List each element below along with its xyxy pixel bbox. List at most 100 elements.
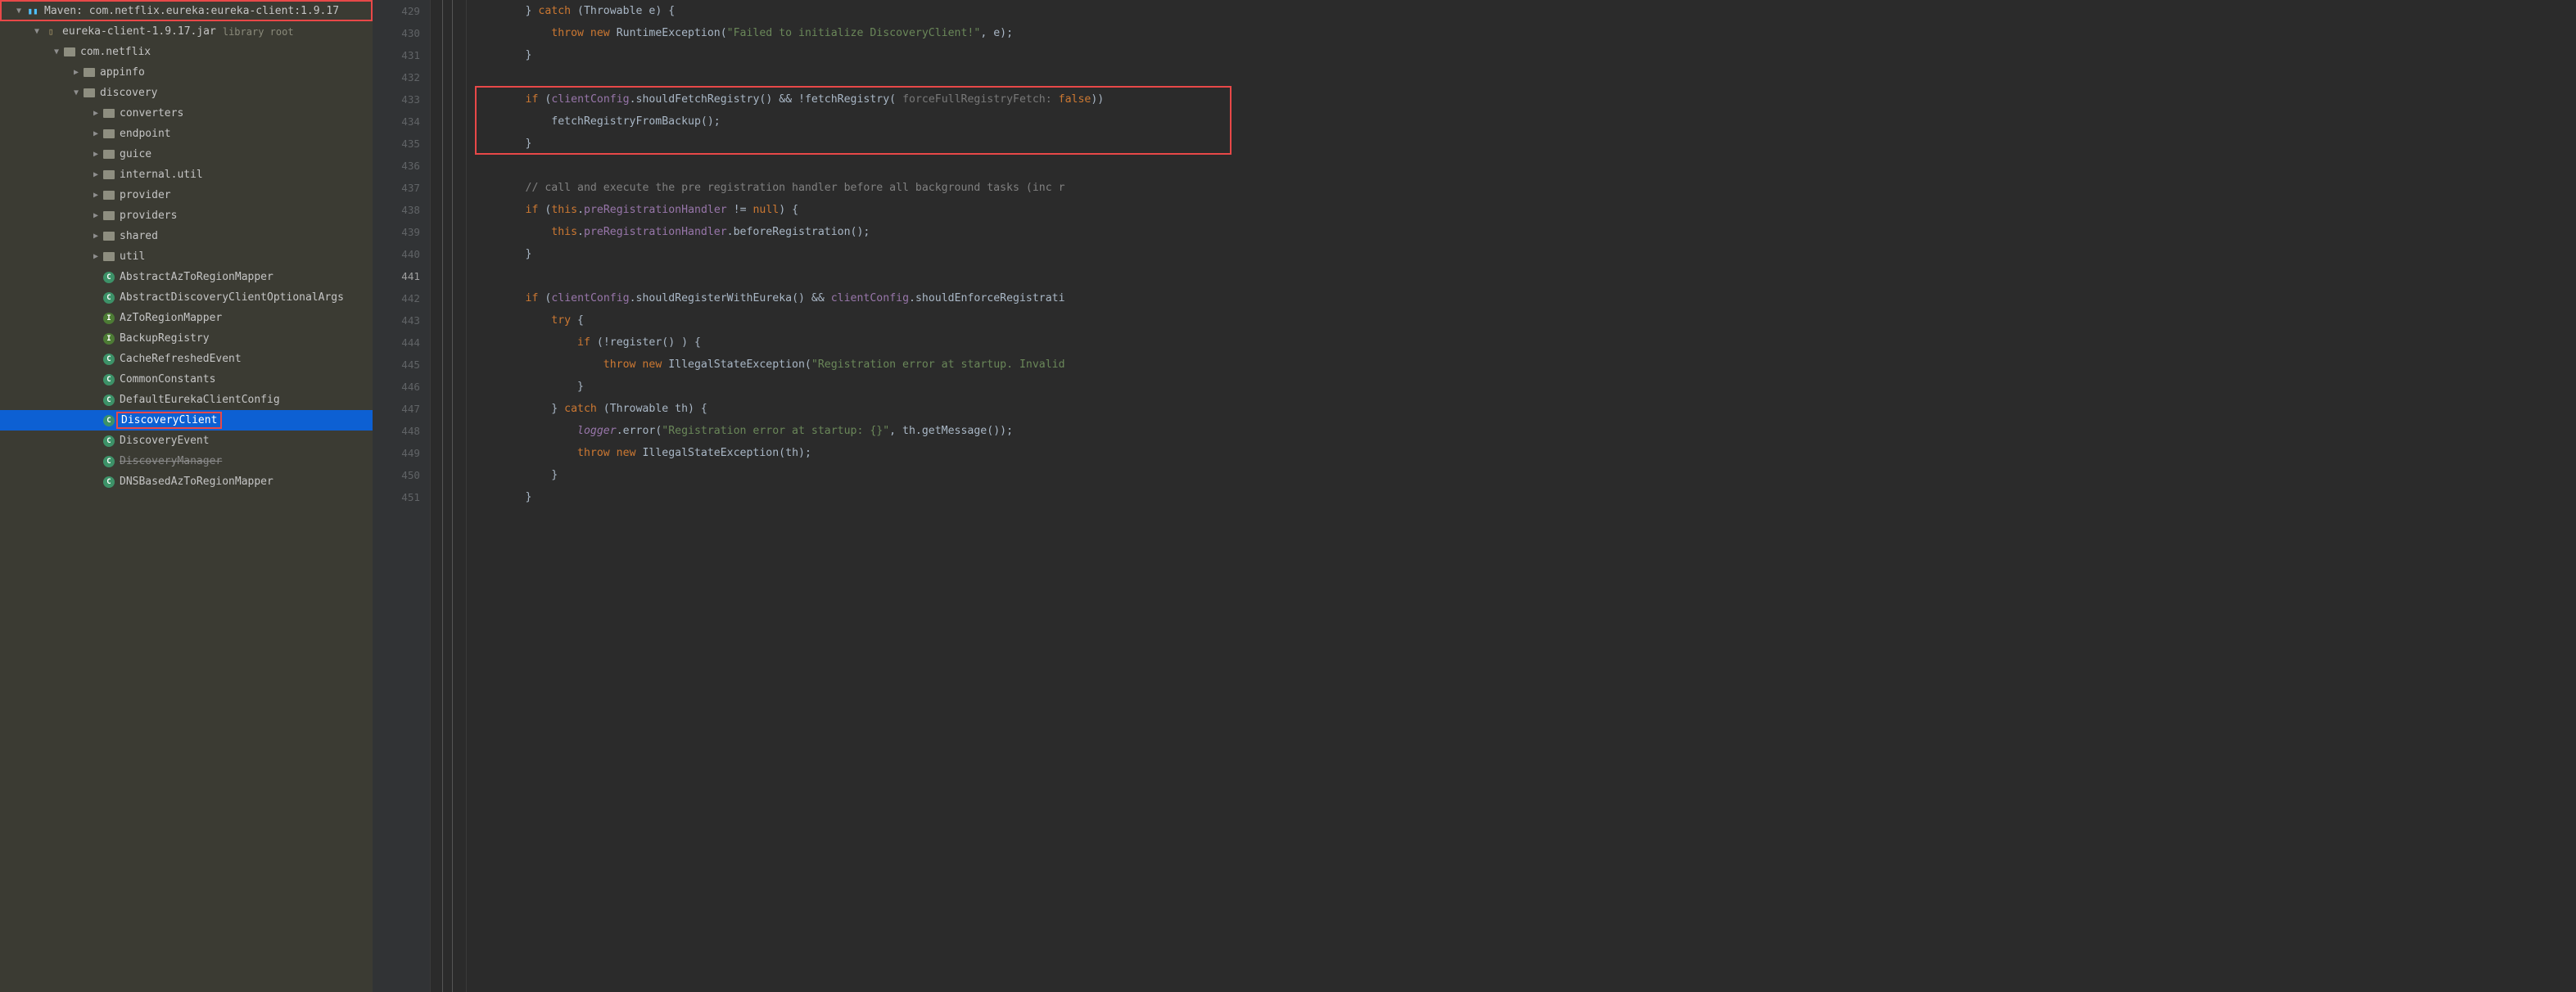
tree-subpkg[interactable]: util (0, 246, 373, 267)
line-number: 439 (389, 221, 420, 243)
tree-pkg-appinfo[interactable]: appinfo (0, 62, 373, 83)
code-line[interactable] (473, 66, 2576, 88)
tree-label: discovery (100, 87, 157, 99)
code-line[interactable]: logger.error("Registration error at star… (473, 420, 2576, 442)
tree-label: DiscoveryManager (120, 455, 222, 467)
expand-icon[interactable] (31, 26, 43, 38)
tree-label: guice (120, 148, 151, 160)
class-icon: I (103, 313, 115, 324)
class-icon: C (103, 415, 115, 426)
tree-class[interactable]: CDNSBasedAzToRegionMapper (0, 471, 373, 492)
project-tree[interactable]: ▮▮ Maven: com.netflix.eureka:eureka-clie… (0, 0, 373, 992)
class-icon: C (103, 292, 115, 304)
tree-pkg-root[interactable]: com.netflix (0, 42, 373, 62)
expand-icon[interactable] (51, 47, 62, 58)
code-line[interactable] (473, 265, 2576, 287)
class-icon: C (103, 395, 115, 406)
tree-subpkg[interactable]: provider (0, 185, 373, 205)
jar-icon: ▯ (44, 25, 57, 38)
code-line[interactable]: } (473, 376, 2576, 398)
code-line[interactable]: } (473, 243, 2576, 265)
line-number: 440 (389, 243, 420, 265)
class-icon: C (103, 456, 115, 467)
tree-subpkg[interactable]: shared (0, 226, 373, 246)
line-number: 450 (389, 464, 420, 486)
tree-subpkg[interactable]: converters (0, 103, 373, 124)
folder-icon (103, 170, 115, 179)
tree-jar[interactable]: ▯ eureka-client-1.9.17.jar library root (0, 21, 373, 42)
code-line[interactable] (473, 155, 2576, 177)
expand-icon[interactable] (13, 5, 25, 16)
tree-label: Maven: com.netflix.eureka:eureka-client:… (44, 5, 339, 17)
library-icon: ▮▮ (26, 4, 39, 17)
tree-class[interactable]: CDiscoveryClient (0, 410, 373, 431)
line-gutter: 4294304314324334344354364374384394404414… (373, 0, 430, 992)
tree-label: appinfo (100, 66, 145, 79)
class-icon: C (103, 374, 115, 386)
line-number: 431 (389, 44, 420, 66)
fold-column (430, 0, 467, 992)
expand-icon[interactable] (90, 129, 102, 140)
expand-icon[interactable] (90, 169, 102, 181)
code-line[interactable]: } (473, 464, 2576, 486)
tree-class[interactable]: C AbstractDiscoveryClientOptionalArgs (0, 287, 373, 308)
code-line[interactable]: if (clientConfig.shouldRegisterWithEurek… (473, 287, 2576, 309)
expand-icon[interactable] (70, 88, 82, 99)
code-line[interactable]: try { (473, 309, 2576, 331)
code-line[interactable]: } catch (Throwable e) { (473, 0, 2576, 22)
tree-class[interactable]: CCacheRefreshedEvent (0, 349, 373, 369)
tree-class[interactable]: IAzToRegionMapper (0, 308, 373, 328)
expand-icon[interactable] (90, 210, 102, 222)
tree-class[interactable]: IBackupRegistry (0, 328, 373, 349)
expand-icon[interactable] (90, 231, 102, 242)
line-number: 451 (389, 486, 420, 508)
tree-subpkg[interactable]: endpoint (0, 124, 373, 144)
line-number: 447 (389, 398, 420, 420)
code-area[interactable]: } catch (Throwable e) { throw new Runtim… (467, 0, 2576, 992)
folder-icon (84, 88, 95, 97)
line-number: 442 (389, 287, 420, 309)
tree-label: AbstractDiscoveryClientOptionalArgs (120, 291, 344, 304)
code-line[interactable]: throw new IllegalStateException(th); (473, 442, 2576, 464)
code-line[interactable]: } (473, 486, 2576, 508)
tree-class[interactable]: CCommonConstants (0, 369, 373, 390)
tree-class[interactable]: CAbstractAzToRegionMapper (0, 267, 373, 287)
code-line[interactable]: if (!register() ) { (473, 331, 2576, 354)
tree-class[interactable]: C DiscoveryManager (0, 451, 373, 471)
tree-maven-root[interactable]: ▮▮ Maven: com.netflix.eureka:eureka-clie… (0, 0, 373, 21)
code-line[interactable]: throw new RuntimeException("Failed to in… (473, 22, 2576, 44)
code-line[interactable]: // call and execute the pre registration… (473, 177, 2576, 199)
app-root: ▮▮ Maven: com.netflix.eureka:eureka-clie… (0, 0, 2576, 992)
line-number: 444 (389, 331, 420, 354)
tree-subpkg[interactable]: providers (0, 205, 373, 226)
code-line[interactable]: } (473, 44, 2576, 66)
tree-pkg-discovery[interactable]: discovery (0, 83, 373, 103)
line-number: 448 (389, 420, 420, 442)
class-icon: C (103, 435, 115, 447)
line-number: 446 (389, 376, 420, 398)
code-line[interactable]: throw new IllegalStateException("Registr… (473, 354, 2576, 376)
tree-subpkg[interactable]: internal.util (0, 165, 373, 185)
folder-icon (84, 68, 95, 77)
expand-icon[interactable] (70, 67, 82, 79)
tree-subpkg[interactable]: guice (0, 144, 373, 165)
tree-class[interactable]: C DefaultEurekaClientConfig (0, 390, 373, 410)
code-line[interactable]: if (this.preRegistrationHandler != null)… (473, 199, 2576, 221)
line-number: 441 (389, 265, 420, 287)
line-number: 443 (389, 309, 420, 331)
tree-label: DefaultEurekaClientConfig (120, 394, 280, 406)
expand-icon[interactable] (90, 190, 102, 201)
tree-class[interactable]: C DiscoveryEvent (0, 431, 373, 451)
code-line[interactable]: } catch (Throwable th) { (473, 398, 2576, 420)
tree-label: converters (120, 107, 183, 119)
tree-label: endpoint (120, 128, 171, 140)
expand-icon[interactable] (90, 108, 102, 119)
expand-icon[interactable] (90, 251, 102, 263)
line-number: 437 (389, 177, 420, 199)
tree-label: DiscoveryEvent (120, 435, 210, 447)
line-number: 433 (389, 88, 420, 110)
code-line[interactable]: this.preRegistrationHandler.beforeRegist… (473, 221, 2576, 243)
expand-icon[interactable] (90, 149, 102, 160)
code-editor[interactable]: 4294304314324334344354364374384394404414… (373, 0, 2576, 992)
tree-label: providers (120, 210, 177, 222)
